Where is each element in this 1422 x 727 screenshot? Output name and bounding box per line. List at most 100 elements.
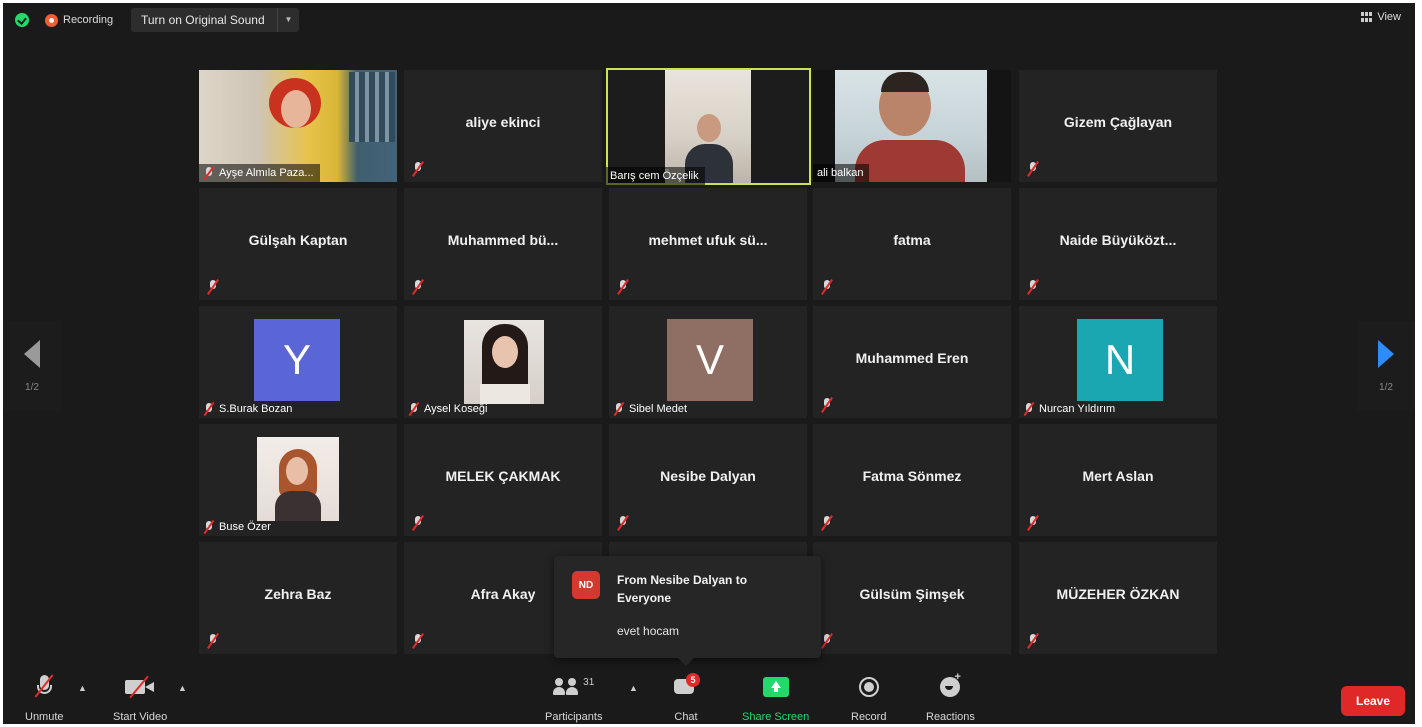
participant-name: Gülşah Kaptan xyxy=(248,232,348,248)
chat-unread-badge: 5 xyxy=(686,673,700,687)
share-screen-button[interactable]: Share Screen xyxy=(742,675,809,723)
participant-name-label: Buse Özer xyxy=(199,518,277,536)
security-shield-icon[interactable] xyxy=(15,13,29,27)
start-video-label: Start Video xyxy=(113,711,168,723)
original-sound-label: Turn on Original Sound xyxy=(141,13,265,27)
participant-name: Zehra Baz xyxy=(264,586,332,602)
record-icon xyxy=(858,677,879,697)
participant-name-label: Ayşe Almıla Paza... xyxy=(199,164,320,182)
start-video-button[interactable]: Start Video xyxy=(113,675,167,723)
participant-tile[interactable]: Muhammed bü... xyxy=(404,188,602,300)
share-screen-label: Share Screen xyxy=(742,711,810,723)
participant-tile[interactable]: Naide Büyüközt... xyxy=(1019,188,1217,300)
muted-mic-icon xyxy=(203,519,215,535)
original-sound-button[interactable]: Turn on Original Sound ▼ xyxy=(131,8,299,32)
chat-notification-popup[interactable]: ND From Nesibe Dalyan to Everyone evet h… xyxy=(554,556,821,666)
muted-mic-icon xyxy=(412,515,424,531)
previous-page-button[interactable]: 1/2 xyxy=(3,321,61,411)
participant-tile[interactable]: Muhammed Eren xyxy=(813,306,1011,418)
participant-name-label: S.Burak Bozan xyxy=(199,400,298,418)
muted-mic-icon xyxy=(1027,279,1039,295)
chat-message-text: evet hocam xyxy=(617,624,680,638)
muted-mic-icon xyxy=(207,279,219,295)
muted-mic-icon xyxy=(408,401,420,417)
participant-name: Gizem Çağlayan xyxy=(1063,114,1173,130)
participant-tile[interactable]: V Sibel Medet xyxy=(609,306,807,418)
participants-icon: 31 xyxy=(553,677,594,697)
chevron-down-icon[interactable]: ▼ xyxy=(277,8,299,32)
chat-button[interactable]: 5 Chat xyxy=(674,673,700,723)
participant-name-label: Aysel Koseği xyxy=(404,400,493,418)
muted-mic-icon xyxy=(1027,633,1039,649)
muted-mic-icon xyxy=(613,401,625,417)
participant-tile[interactable]: Buse Özer xyxy=(199,424,397,536)
view-label: View xyxy=(1377,11,1401,23)
participants-button[interactable]: 31 Participants xyxy=(545,675,602,723)
participant-name: Gülsüm Şimşek xyxy=(859,586,965,602)
arrow-left-icon xyxy=(24,339,40,368)
participant-tile[interactable]: Gizem Çağlayan xyxy=(1019,70,1217,182)
avatar: V xyxy=(667,319,753,401)
participant-tile[interactable]: Aysel Koseği xyxy=(404,306,602,418)
participant-tile[interactable]: aliye ekinci xyxy=(404,70,602,182)
muted-mic-icon xyxy=(203,165,215,181)
participant-tile[interactable]: N Nurcan Yıldırım xyxy=(1019,306,1217,418)
audio-options-chevron-icon[interactable]: ▲ xyxy=(78,683,87,693)
share-screen-icon xyxy=(762,677,789,697)
participants-label: Participants xyxy=(545,711,603,723)
avatar: Y xyxy=(254,319,340,401)
participant-tile[interactable]: ali balkan xyxy=(813,70,1011,182)
participant-tile[interactable]: MELEK ÇAKMAK xyxy=(404,424,602,536)
participants-options-chevron-icon[interactable]: ▲ xyxy=(629,683,638,693)
participant-name: Naide Büyüközt... xyxy=(1059,232,1177,248)
participant-tile[interactable]: Fatma Sönmez xyxy=(813,424,1011,536)
reactions-label: Reactions xyxy=(926,711,975,723)
unmute-label: Unmute xyxy=(25,711,64,723)
recording-label: Recording xyxy=(63,14,114,26)
participant-tile[interactable]: mehmet ufuk sü... xyxy=(609,188,807,300)
avatar: N xyxy=(1077,319,1163,401)
participant-tile[interactable]: Zehra Baz xyxy=(199,542,397,654)
participant-tile[interactable]: Y S.Burak Bozan xyxy=(199,306,397,418)
participant-name: MELEK ÇAKMAK xyxy=(445,468,561,484)
muted-mic-icon xyxy=(821,397,833,413)
muted-mic-icon xyxy=(203,401,215,417)
grid-icon xyxy=(1361,12,1373,22)
muted-mic-icon xyxy=(412,633,424,649)
record-button[interactable]: Record xyxy=(851,675,886,723)
participant-tile-active-speaker[interactable]: Barış cem Özçelik xyxy=(606,68,811,185)
muted-mic-icon xyxy=(207,633,219,649)
view-button[interactable]: View xyxy=(1361,11,1401,23)
chat-sender-line: From Nesibe Dalyan to Everyone xyxy=(617,573,748,605)
muted-mic-icon xyxy=(617,515,629,531)
muted-mic-icon xyxy=(412,279,424,295)
participant-name: Fatma Sönmez xyxy=(862,468,962,484)
meeting-window: Recording Turn on Original Sound ▼ View … xyxy=(3,3,1415,724)
video-feed xyxy=(257,437,339,521)
participant-tile[interactable]: Ayşe Almıla Paza... xyxy=(199,70,397,182)
participant-tile[interactable]: Gülsüm Şimşek xyxy=(813,542,1011,654)
muted-mic-icon xyxy=(1027,161,1039,177)
participant-name-label: Barış cem Özçelik xyxy=(606,167,705,185)
next-page-button[interactable]: 1/2 xyxy=(1357,321,1415,411)
video-options-chevron-icon[interactable]: ▲ xyxy=(178,683,187,693)
muted-mic-icon xyxy=(1023,401,1035,417)
leave-button[interactable]: Leave xyxy=(1341,686,1405,716)
participant-tile[interactable]: fatma xyxy=(813,188,1011,300)
participant-name: fatma xyxy=(893,232,931,248)
participant-tile[interactable]: Mert Aslan xyxy=(1019,424,1217,536)
participant-tile[interactable]: Gülşah Kaptan xyxy=(199,188,397,300)
participant-name-label: Sibel Medet xyxy=(609,400,693,418)
participant-tile[interactable]: MÜZEHER ÖZKAN xyxy=(1019,542,1217,654)
muted-mic-icon xyxy=(821,633,833,649)
muted-mic-icon xyxy=(412,161,424,177)
muted-mic-icon xyxy=(821,279,833,295)
reactions-button[interactable]: + Reactions xyxy=(926,671,975,723)
recording-icon xyxy=(45,13,58,27)
arrow-right-icon xyxy=(1378,339,1394,368)
participant-name: Muhammed Eren xyxy=(855,350,969,366)
sender-avatar: ND xyxy=(572,571,600,599)
recording-indicator[interactable]: Recording xyxy=(45,9,113,31)
participant-tile[interactable]: Nesibe Dalyan xyxy=(609,424,807,536)
unmute-button[interactable]: Unmute xyxy=(25,674,64,723)
